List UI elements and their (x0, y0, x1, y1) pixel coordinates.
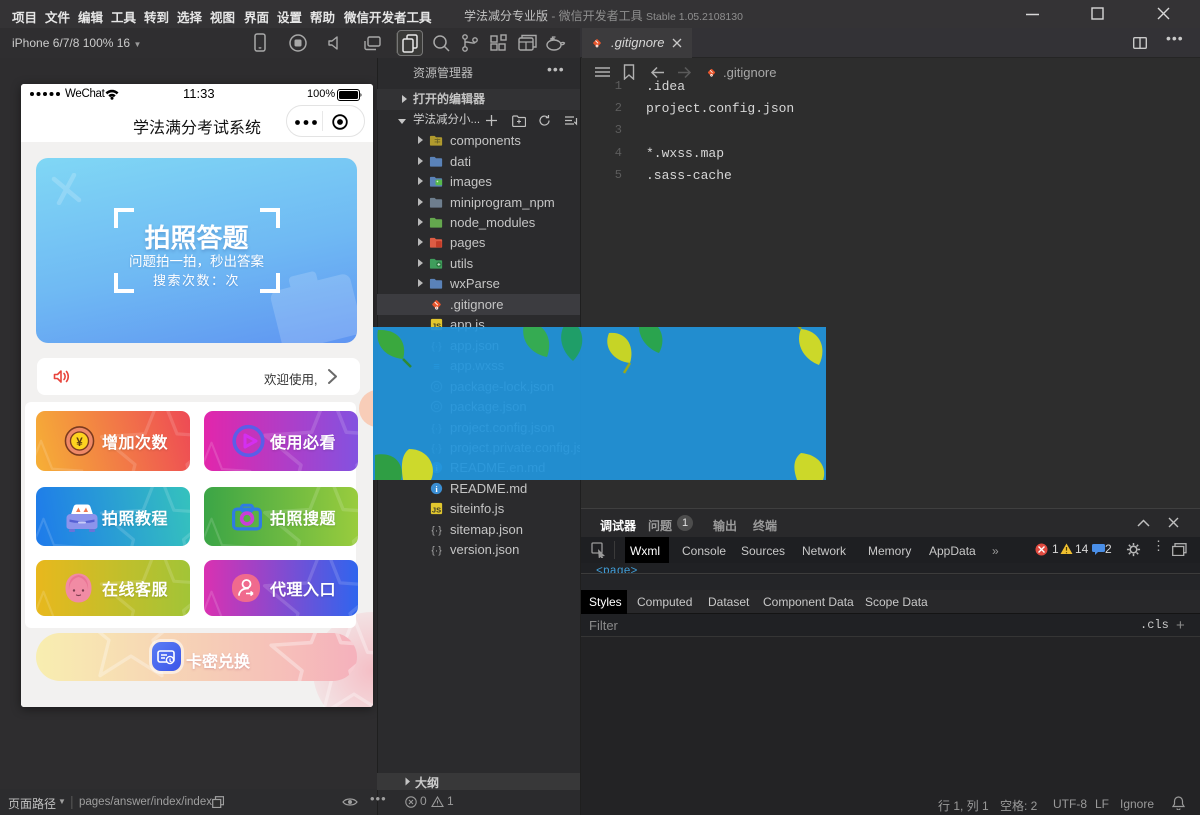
svg-text:JS: JS (432, 506, 441, 515)
svg-text:{·}: {·} (431, 525, 442, 536)
svg-text:¥: ¥ (76, 436, 83, 449)
svg-text:{·}: {·} (431, 546, 442, 557)
